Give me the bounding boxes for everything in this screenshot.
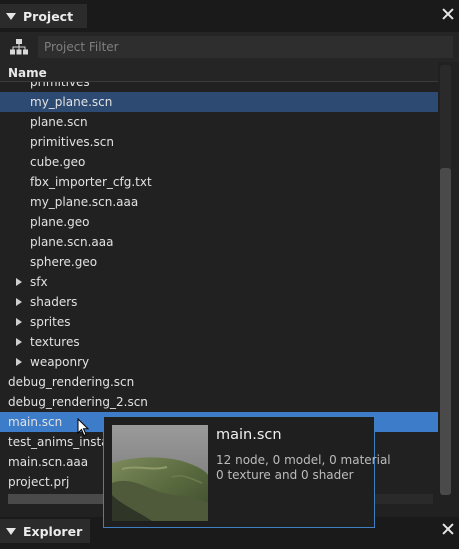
explorer-tab[interactable]: Explorer xyxy=(0,519,90,543)
row-label: plane.scn.aaa xyxy=(30,235,114,249)
row-label: primitives.scn xyxy=(30,135,114,149)
filter-bar xyxy=(0,32,459,62)
row-label: plane.scn xyxy=(30,115,88,129)
file-row[interactable]: debug_rendering.scn xyxy=(0,372,438,392)
folder-row[interactable]: sfx xyxy=(0,272,438,292)
project-tab-label: Project xyxy=(23,8,74,24)
folder-row[interactable]: sprites xyxy=(0,312,438,332)
file-row[interactable]: my_plane.scn.aaa xyxy=(0,192,438,212)
row-label: test_anims_instan xyxy=(8,435,117,449)
expand-arrow-icon[interactable] xyxy=(16,358,22,366)
row-label: textures xyxy=(30,335,80,349)
row-label: primitives xyxy=(30,82,90,89)
close-icon[interactable] xyxy=(442,8,454,20)
row-label: weaponry xyxy=(30,355,90,369)
file-row[interactable]: plane.geo xyxy=(0,212,438,232)
file-row[interactable]: plane.scn xyxy=(0,112,438,132)
project-tabbar: Project xyxy=(0,0,459,32)
folder-row[interactable]: shaders xyxy=(0,292,438,312)
explorer-tab-label: Explorer xyxy=(23,523,83,539)
row-label: main.scn xyxy=(8,415,63,429)
row-label: debug_rendering_2.scn xyxy=(8,395,148,409)
expand-arrow-icon[interactable] xyxy=(16,338,22,346)
expand-arrow-icon[interactable] xyxy=(16,298,22,306)
row-label: sprites xyxy=(30,315,71,329)
row-label: fbx_importer_cfg.txt xyxy=(30,175,152,189)
expand-arrow-icon[interactable] xyxy=(16,278,22,286)
row-label: my_plane.scn.aaa xyxy=(30,195,139,209)
vertical-scroll-thumb[interactable] xyxy=(440,168,451,495)
scene-thumbnail xyxy=(112,425,208,521)
tooltip-title: main.scn xyxy=(216,427,282,443)
file-preview-tooltip: main.scn 12 node, 0 model, 0 material 0 … xyxy=(103,416,391,528)
row-label: main.scn.aaa xyxy=(8,455,89,469)
tooltip-stats-line-1: 12 node, 0 model, 0 material xyxy=(216,453,391,467)
collapse-triangle-icon[interactable] xyxy=(6,527,16,535)
file-row[interactable]: my_plane.scn xyxy=(0,92,438,112)
row-label: sfx xyxy=(30,275,48,289)
row-label: shaders xyxy=(30,295,78,309)
horizontal-scroll-thumb[interactable] xyxy=(8,494,108,504)
row-label: my_plane.scn xyxy=(30,95,113,109)
close-icon[interactable] xyxy=(442,523,454,535)
name-column-label: Name xyxy=(8,66,47,80)
file-row[interactable]: fbx_importer_cfg.txt xyxy=(0,172,438,192)
collapse-triangle-icon[interactable] xyxy=(6,12,16,20)
file-row[interactable]: cube.geo xyxy=(0,152,438,172)
expand-arrow-icon[interactable] xyxy=(16,318,22,326)
tooltip-stats-line-2: 0 texture and 0 shader xyxy=(216,468,354,482)
hierarchy-icon[interactable] xyxy=(10,39,28,55)
file-row[interactable]: plane.scn.aaa xyxy=(0,232,438,252)
row-label: debug_rendering.scn xyxy=(8,375,135,389)
file-row[interactable]: sphere.geo xyxy=(0,252,438,272)
file-row[interactable]: debug_rendering_2.scn xyxy=(0,392,438,412)
file-row[interactable]: primitives.scn xyxy=(0,132,438,152)
folder-row[interactable]: textures xyxy=(0,332,438,352)
name-column-header[interactable]: Name xyxy=(0,62,438,82)
mouse-cursor-icon xyxy=(77,418,90,437)
folder-row[interactable]: weaponry xyxy=(0,352,438,372)
vertical-scrollbar[interactable] xyxy=(440,65,451,495)
row-label: plane.geo xyxy=(30,215,90,229)
row-label: project.prj xyxy=(8,475,70,489)
project-filter-input[interactable] xyxy=(38,36,453,58)
row-label: cube.geo xyxy=(30,155,86,169)
file-row[interactable]: primitives xyxy=(0,82,438,92)
row-label: sphere.geo xyxy=(30,255,98,269)
project-tab[interactable]: Project xyxy=(0,4,87,28)
